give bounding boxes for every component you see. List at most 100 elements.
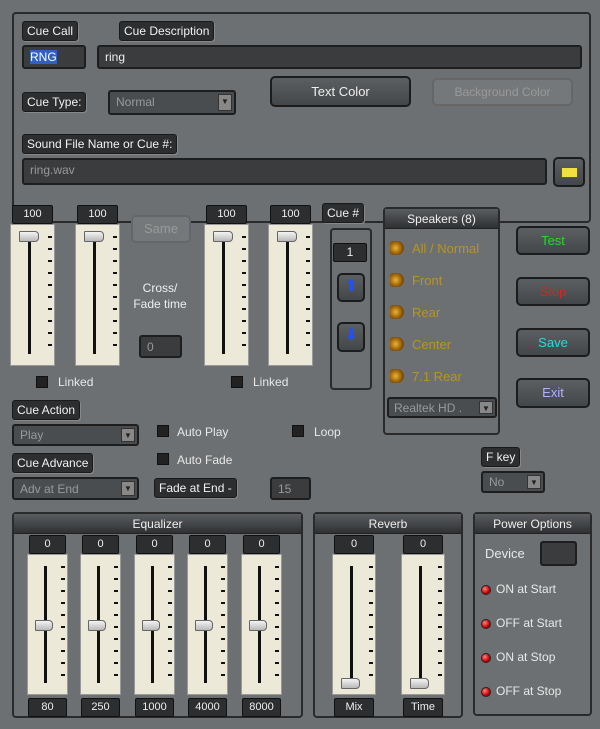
test-button[interactable]: Test <box>516 226 590 255</box>
cue-action-value: Play <box>20 428 44 442</box>
eq-slider-4000-thumb[interactable] <box>195 619 213 631</box>
linked-label-2: Linked <box>253 375 289 389</box>
cue-action-label: Cue Action <box>12 400 81 420</box>
eq-slider-1000-ticks <box>168 566 173 683</box>
reverb-slider-mix-track <box>349 566 353 683</box>
volume-slider-3-ticks <box>241 236 246 354</box>
eq-slider-250[interactable] <box>80 554 121 695</box>
cue-call-label: Cue Call <box>22 21 79 41</box>
eq-slider-8000-thumb[interactable] <box>249 619 267 631</box>
volume-slider-3[interactable] <box>204 224 249 366</box>
reverb-slider-mix[interactable] <box>332 554 376 695</box>
speaker-item[interactable]: Front <box>390 273 442 288</box>
speaker-icon <box>390 369 404 383</box>
browse-folder-button[interactable] <box>553 157 585 187</box>
volume-slider-4-track <box>286 236 290 354</box>
same-button[interactable]: Same <box>131 215 191 243</box>
power-options-title: Power Options <box>475 514 590 534</box>
sound-file-input[interactable]: ring.wav <box>22 158 547 185</box>
background-color-button[interactable]: Background Color <box>432 78 573 106</box>
reverb-slider-time-track <box>418 566 422 683</box>
eq-slider-1000[interactable] <box>134 554 175 695</box>
loop-checkbox[interactable] <box>292 425 304 437</box>
speaker-icon <box>390 273 404 287</box>
radio-led-icon[interactable] <box>481 653 491 663</box>
linked-checkbox-2[interactable] <box>231 376 243 388</box>
fade-at-end-input[interactable]: 15 <box>270 477 311 500</box>
chevron-down-icon: ▼ <box>121 428 135 442</box>
reverb-slider-time-value: 0 <box>403 535 443 554</box>
eq-slider-250-thumb[interactable] <box>88 619 106 631</box>
cue-call-input[interactable]: RNG <box>22 45 86 69</box>
eq-slider-80[interactable] <box>27 554 68 695</box>
fade-at-end-label: Fade at End - <box>154 478 237 498</box>
volume-slider-1-thumb[interactable] <box>18 231 39 243</box>
auto-fade-checkbox[interactable] <box>157 453 169 465</box>
volume-slider-1-ticks <box>47 236 52 354</box>
text-color-button[interactable]: Text Color <box>270 76 411 107</box>
eq-slider-80-ticks <box>61 566 66 683</box>
fkey-select[interactable]: No ▼ <box>481 471 545 493</box>
radio-led-icon[interactable] <box>481 619 491 629</box>
speaker-item-label: Rear <box>412 305 441 320</box>
eq-band-label: 1000 <box>135 698 174 717</box>
cue-down-button[interactable]: ⬇ <box>337 322 365 352</box>
speakers-title: Speakers (8) <box>385 209 498 229</box>
auto-fade-label: Auto Fade <box>177 453 233 467</box>
eq-slider-80-value: 0 <box>29 535 66 554</box>
cue-description-input[interactable]: ring <box>97 45 582 69</box>
cue-advance-select[interactable]: Adv at End ▼ <box>12 477 139 500</box>
cue-call-value: RNG <box>30 50 57 64</box>
fkey-value: No <box>489 475 505 489</box>
volume-slider-2-thumb[interactable] <box>83 231 104 243</box>
speaker-icon <box>390 337 404 351</box>
exit-button[interactable]: Exit <box>516 378 590 408</box>
eq-slider-4000[interactable] <box>187 554 228 695</box>
eq-slider-4000-ticks <box>221 566 226 683</box>
cue-type-value: Normal <box>116 95 155 109</box>
cue-up-button[interactable]: ⬆ <box>337 273 365 302</box>
volume-slider-3-thumb[interactable] <box>212 231 233 243</box>
speaker-item[interactable]: 7.1 Rear <box>390 369 462 384</box>
eq-slider-80-thumb[interactable] <box>35 619 53 631</box>
cue-action-select[interactable]: Play ▼ <box>12 424 139 446</box>
speaker-item-label: All / Normal <box>412 241 480 256</box>
volume-slider-4[interactable] <box>268 224 313 366</box>
eq-slider-250-ticks <box>114 566 119 683</box>
reverb-slider-time-thumb[interactable] <box>409 677 429 689</box>
reverb-slider-time[interactable] <box>401 554 445 695</box>
radio-led-icon[interactable] <box>481 585 491 595</box>
volume-slider-1[interactable] <box>10 224 55 366</box>
cue-number-label: Cue # <box>322 203 365 223</box>
speaker-item[interactable]: Center <box>390 337 451 352</box>
power-option-label: OFF at Start <box>496 616 563 630</box>
crossfade-input[interactable]: 0 <box>139 335 182 358</box>
speaker-item[interactable]: Rear <box>390 305 440 320</box>
linked-checkbox-1[interactable] <box>36 376 48 388</box>
cue-advance-value: Adv at End <box>20 482 79 496</box>
eq-slider-1000-value: 0 <box>136 535 173 554</box>
eq-slider-8000[interactable] <box>241 554 282 695</box>
eq-slider-4000-value: 0 <box>189 535 226 554</box>
volume-slider-3-track <box>222 236 226 354</box>
auto-play-checkbox[interactable] <box>157 425 169 437</box>
cue-type-label: Cue Type: <box>22 92 87 112</box>
device-input[interactable] <box>540 541 577 566</box>
arrow-down-icon: ⬇ <box>344 327 358 344</box>
eq-band-label: 4000 <box>188 698 227 717</box>
crossfade-label: Cross/ Fade time <box>133 281 187 311</box>
cue-info-panel <box>12 12 591 223</box>
reverb-slider-mix-thumb[interactable] <box>340 677 360 689</box>
cue-type-select[interactable]: Normal ▼ <box>108 90 236 115</box>
chevron-down-icon: ▼ <box>479 401 493 414</box>
speaker-device-select[interactable]: Realtek HD . ▼ <box>387 397 497 418</box>
eq-slider-1000-thumb[interactable] <box>142 619 160 631</box>
stop-button[interactable]: Stop <box>516 277 590 306</box>
power-option-label: ON at Stop <box>496 650 556 664</box>
save-button[interactable]: Save <box>516 328 590 357</box>
volume-slider-2[interactable] <box>75 224 120 366</box>
eq-slider-250-value: 0 <box>82 535 119 554</box>
radio-led-icon[interactable] <box>481 687 491 697</box>
speaker-item[interactable]: All / Normal <box>390 241 479 256</box>
volume-slider-4-thumb[interactable] <box>276 231 297 243</box>
